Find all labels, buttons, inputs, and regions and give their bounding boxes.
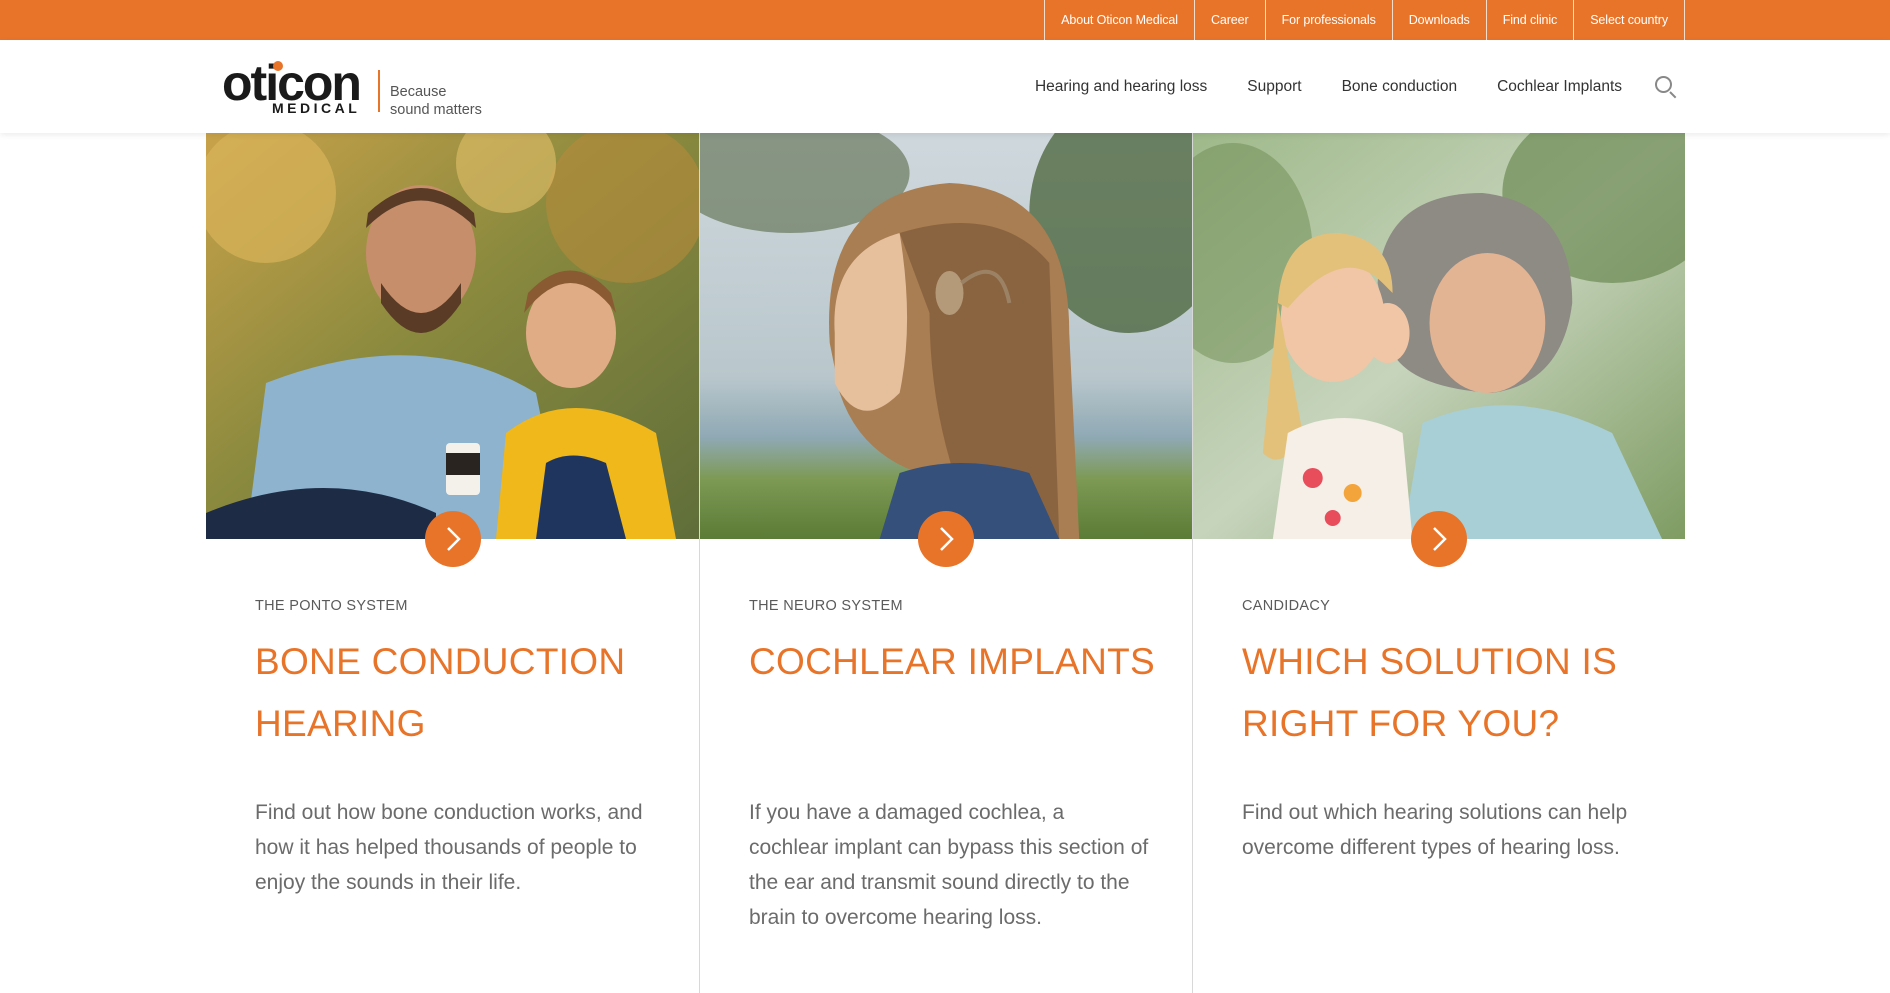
main-nav: Hearing and hearing loss Support Bone co… xyxy=(1035,40,1678,133)
nav-item-bone-conduction[interactable]: Bone conduction xyxy=(1342,78,1457,96)
card-title[interactable]: COCHLEAR IMPLANTS xyxy=(749,631,1169,693)
card-description: Find out which hearing solutions can hel… xyxy=(1242,801,1628,859)
tagline-line-1: Because xyxy=(390,84,447,100)
card-candidacy[interactable]: CANDIDACY WHICH SOLUTION IS RIGHT FOR YO… xyxy=(1192,133,1685,993)
chevron-right-icon[interactable] xyxy=(424,511,481,567)
site-header: oticon MEDICAL Because sound matters Hea… xyxy=(0,40,1890,133)
search-icon[interactable] xyxy=(1654,75,1678,99)
card-title[interactable]: WHICH SOLUTION IS RIGHT FOR YOU? xyxy=(1242,631,1662,755)
card-eyebrow: THE PONTO SYSTEM xyxy=(255,598,408,614)
nav-item-cochlear-implants[interactable]: Cochlear Implants xyxy=(1497,78,1622,96)
utility-bar: About Oticon Medical Career For professi… xyxy=(0,0,1890,40)
card-cochlear-implants[interactable]: THE NEURO SYSTEM COCHLEAR IMPLANTS If yo… xyxy=(699,133,1192,993)
logo-subtitle: MEDICAL xyxy=(272,100,361,116)
card-description: Find out how bone conduction works, and … xyxy=(255,801,643,894)
brand-logo[interactable]: oticon MEDICAL Because sound matters xyxy=(222,55,502,120)
card-eyebrow: THE NEURO SYSTEM xyxy=(749,598,903,614)
logo-divider xyxy=(378,70,380,112)
card-title[interactable]: BONE CONDUCTION HEARING xyxy=(255,631,675,755)
chevron-right-icon[interactable] xyxy=(918,511,974,567)
util-link-professionals[interactable]: For professionals xyxy=(1264,0,1392,40)
logo-tagline: Because sound matters xyxy=(390,83,482,119)
utility-nav: About Oticon Medical Career For professi… xyxy=(1044,0,1685,40)
tagline-line-2: sound matters xyxy=(390,102,482,118)
card-description: If you have a damaged cochlea, a cochlea… xyxy=(749,801,1149,929)
nav-item-support[interactable]: Support xyxy=(1247,78,1301,96)
util-link-find-clinic[interactable]: Find clinic xyxy=(1485,0,1573,40)
photo-girl-with-implant xyxy=(700,133,1192,539)
util-link-career[interactable]: Career xyxy=(1193,0,1265,40)
util-link-downloads[interactable]: Downloads xyxy=(1391,0,1486,40)
card-eyebrow: CANDIDACY xyxy=(1242,598,1331,614)
logo-dot xyxy=(273,61,283,71)
chevron-right-icon[interactable] xyxy=(1411,511,1467,567)
util-link-select-country[interactable]: Select country xyxy=(1573,0,1685,40)
card-bone-conduction[interactable]: THE PONTO SYSTEM BONE CONDUCTION HEARING… xyxy=(206,133,699,993)
nav-item-hearing-loss[interactable]: Hearing and hearing loss xyxy=(1035,78,1207,96)
photo-father-and-son xyxy=(206,133,699,539)
feature-cards: THE PONTO SYSTEM BONE CONDUCTION HEARING… xyxy=(206,133,1685,993)
util-link-about[interactable]: About Oticon Medical xyxy=(1044,0,1194,40)
photo-girl-and-grandmother xyxy=(1193,133,1685,539)
